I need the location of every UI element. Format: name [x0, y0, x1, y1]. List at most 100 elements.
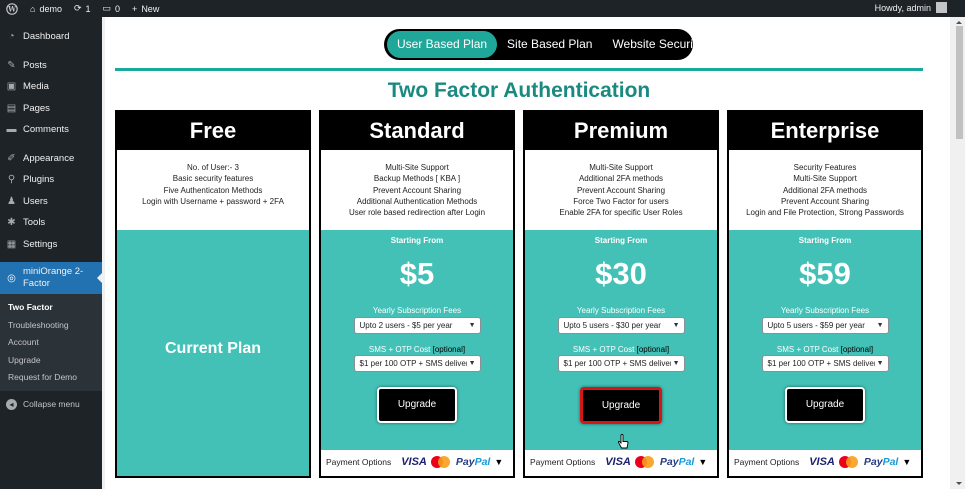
settings-icon: ▦ [6, 238, 17, 250]
feature-item: Prevent Account Sharing [372, 185, 462, 195]
submenu-two-factor[interactable]: Two Factor [0, 299, 102, 317]
plans-panel: User Based Plan Site Based Plan Website … [105, 17, 950, 489]
sms-select[interactable]: $1 per 100 OTP + SMS delivery ▼ [353, 355, 481, 372]
submenu-request-demo[interactable]: Request for Demo [0, 369, 102, 387]
sidebar-item-miniorange[interactable]: ◎ miniOrange 2- Factor [0, 262, 102, 294]
price-area: Starting From $30 Yearly Subscription Fe… [525, 230, 717, 450]
main-content: User Based Plan Site Based Plan Website … [102, 17, 954, 489]
chevron-down-icon[interactable]: ▼ [902, 457, 911, 467]
sms-cost-label: SMS + OTP Cost [optional] [321, 345, 513, 354]
comments-icon: ▬ [6, 124, 17, 136]
chevron-down-icon: ▼ [874, 318, 884, 333]
payment-label: Payment Options [530, 457, 596, 467]
plan-card-standard: Standard Multi-Site Support Backup Metho… [319, 110, 515, 478]
sidebar-item-label: Comments [23, 124, 69, 136]
upgrade-button[interactable]: Upgrade [785, 387, 865, 423]
pin-icon: ✎ [7, 59, 16, 71]
updates-link[interactable]: ⟳ 1 [70, 3, 91, 14]
sidebar-item-label: Appearance [23, 152, 75, 164]
sidebar-item-plugins[interactable]: ⚲ Plugins [0, 169, 102, 191]
svg-text:W: W [7, 4, 16, 13]
updates-icon: ⟳ [73, 3, 82, 13]
wordpress-logo-icon[interactable]: W [6, 2, 18, 15]
users-icon: ♟ [7, 195, 16, 207]
feature-item: Basic security features [172, 174, 254, 184]
divider [115, 68, 923, 71]
current-plan-label: Current Plan [164, 340, 261, 357]
sms-cost-label: SMS + OTP Cost [optional] [525, 345, 717, 354]
plan-type-tabs: User Based Plan Site Based Plan Website … [384, 29, 702, 60]
submenu-troubleshooting[interactable]: Troubleshooting [0, 317, 102, 335]
scrollbar-thumb[interactable] [956, 26, 963, 139]
feature-item: Additional 2FA methods [782, 185, 868, 195]
my-account-link[interactable]: Howdy, admin [875, 2, 947, 13]
users-select[interactable]: Upto 2 users - $5 per year ▼ [353, 317, 481, 334]
sidebar-item-media[interactable]: ▣ Media [0, 76, 102, 98]
sidebar-item-users[interactable]: ♟ Users [0, 191, 102, 213]
new-content-link[interactable]: + New [128, 4, 159, 14]
price-area: Starting From $5 Yearly Subscription Fee… [321, 230, 513, 450]
paypal-logo: PayPal [864, 456, 898, 468]
sidebar-item-settings[interactable]: ▦ Settings [0, 234, 102, 256]
users-select[interactable]: Upto 5 users - $30 per year ▼ [557, 317, 685, 334]
users-select[interactable]: Upto 5 users - $59 per year ▼ [761, 317, 889, 334]
plan-features: No. of User:- 3 Basic security features … [117, 150, 309, 230]
collapse-label: Collapse menu [23, 399, 80, 409]
sms-select[interactable]: $1 per 100 OTP + SMS delivery ▼ [557, 355, 685, 372]
sidebar-item-dashboard[interactable]: ◔ Dashboard [0, 26, 102, 48]
upgrade-button[interactable]: Upgrade [377, 387, 457, 423]
avatar [936, 2, 947, 13]
chevron-down-icon[interactable]: ▼ [698, 457, 707, 467]
mastercard-icon [430, 456, 450, 468]
sidebar-item-comments[interactable]: ▬ Comments [0, 119, 102, 141]
media-icon: ▣ [6, 81, 17, 93]
new-label: New [141, 3, 160, 14]
paypal-pay: Pay [659, 456, 679, 468]
sidebar-item-label: miniOrange 2- Factor [23, 266, 83, 290]
upgrade-button[interactable]: Upgrade [580, 387, 662, 424]
chevron-down-icon[interactable]: ▼ [494, 457, 503, 467]
tab-user-based-plan[interactable]: User Based Plan [387, 31, 498, 58]
scroll-up-icon[interactable] [956, 18, 962, 24]
tab-website-security[interactable]: Website Security [602, 31, 712, 58]
submenu-upgrade[interactable]: Upgrade [0, 352, 102, 370]
hand-cursor-icon [617, 434, 629, 449]
plan-card-premium: Premium Multi-Site Support Additional 2F… [523, 110, 719, 478]
mastercard-icon [838, 456, 858, 468]
fees-label: Yearly Subscription Fees [780, 306, 870, 315]
collapse-menu-button[interactable]: ◂ Collapse menu [0, 398, 102, 410]
price-area: Starting From $59 Yearly Subscription Fe… [729, 230, 921, 450]
tab-site-based-plan[interactable]: Site Based Plan [497, 31, 602, 58]
label-line-1: miniOrange 2- [23, 266, 84, 277]
feature-item: Multi-Site Support [385, 163, 449, 172]
comments-count: 0 [115, 3, 121, 14]
payment-options: Payment Options VISA PayPal ▼ [729, 448, 921, 476]
scroll-down-icon[interactable] [956, 482, 962, 488]
visa-logo: VISA [605, 456, 631, 468]
greeting: Howdy, admin [874, 2, 931, 13]
sidebar-item-posts[interactable]: ✎ Posts [0, 55, 102, 77]
plan-price: $5 [399, 256, 435, 291]
fees-label: Yearly Subscription Fees [372, 306, 462, 315]
submenu: Two Factor Troubleshooting Account Upgra… [0, 294, 102, 391]
select-value: Upto 2 users - $5 per year [359, 321, 453, 330]
pages-icon: ▤ [6, 102, 17, 114]
plan-price: $30 [595, 256, 647, 291]
payment-options: Payment Options VISA PayPal ▼ [525, 448, 717, 476]
sidebar-item-label: Pages [23, 102, 50, 114]
appearance-icon: ✐ [7, 152, 16, 164]
sidebar-item-appearance[interactable]: ✐ Appearance [0, 148, 102, 170]
feature-item: Prevent Account Sharing [780, 196, 870, 206]
sms-select[interactable]: $1 per 100 OTP + SMS delivery ▼ [761, 355, 889, 372]
feature-item: No. of User:- 3 [186, 163, 239, 172]
feature-item: Multi-Site Support [589, 163, 653, 172]
site-name-link[interactable]: ⌂ demo [26, 4, 62, 14]
sidebar-item-tools[interactable]: ✱ Tools [0, 212, 102, 234]
page-scrollbar[interactable] [954, 17, 965, 489]
sidebar-item-label: Dashboard [23, 31, 70, 43]
comments-link[interactable]: ▭ 0 [99, 3, 121, 14]
sidebar-item-pages[interactable]: ▤ Pages [0, 98, 102, 120]
sidebar-item-label: Posts [23, 59, 47, 71]
submenu-account[interactable]: Account [0, 334, 102, 352]
admin-sidebar: ◔ Dashboard ✎ Posts ▣ Media ▤ Pages ▬ Comment… [0, 17, 102, 489]
